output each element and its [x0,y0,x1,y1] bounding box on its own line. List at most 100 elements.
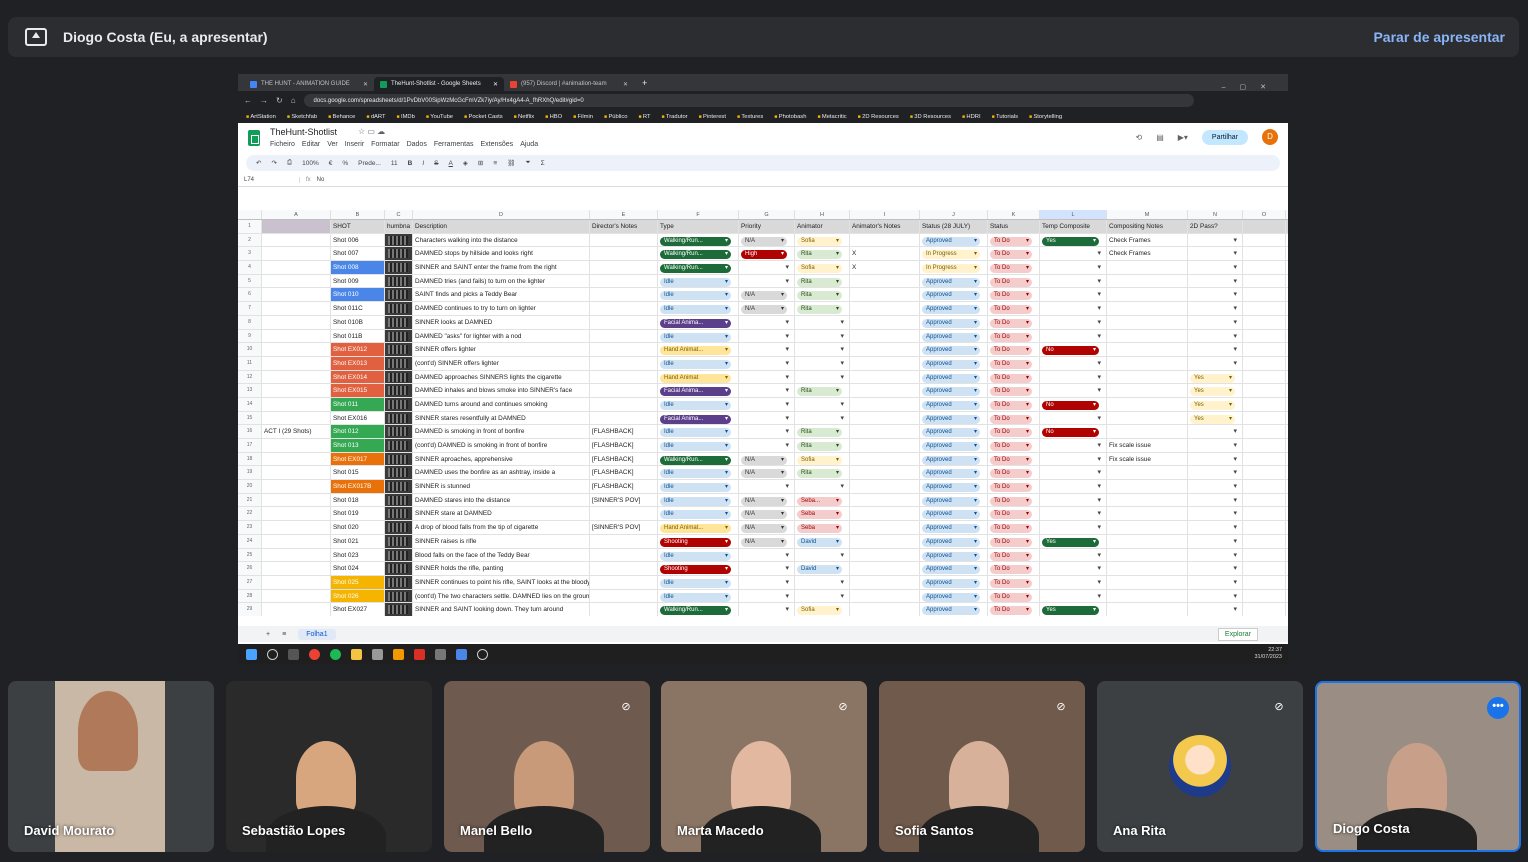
participant-tile[interactable]: David Mourato [8,681,214,852]
row-number[interactable]: 8 [238,315,262,329]
status-chip[interactable]: Idle [660,291,731,301]
text-cell[interactable] [850,274,920,288]
table-row[interactable]: 29 Shot EX027 SINNER and SAINT looking dow… [238,603,1288,616]
status-chip[interactable]: Approved [922,592,980,602]
close-icon[interactable]: ✕ [363,81,368,88]
bookmark-item[interactable]: Textures [737,114,763,120]
dropdown-cell[interactable] [739,315,795,329]
dropdown-cell[interactable]: Sofia [795,233,850,247]
dropdown-cell[interactable] [1188,302,1243,315]
act-cell[interactable] [262,356,331,370]
act-cell[interactable] [262,589,331,603]
dropdown-cell[interactable]: Seba [795,507,850,521]
text-cell[interactable] [850,466,920,480]
empty-cell[interactable] [1243,261,1286,274]
strikethrough-icon[interactable]: S [434,160,438,167]
dropdown-cell[interactable] [1188,575,1243,589]
status-chip[interactable]: Yes [1042,537,1099,547]
status-chip[interactable]: Facial Anima... [660,414,731,424]
empty-cell[interactable] [1243,343,1286,356]
thumbnail-cell[interactable] [385,439,413,452]
shot-cell[interactable]: Shot 008 [331,261,385,274]
table-row[interactable]: 28 Shot 026 (cont'd) The two characters se… [238,589,1288,604]
status-chip[interactable]: To Do [990,305,1032,315]
description-cell[interactable]: DAMNED stops by hillside and looks right [413,247,590,261]
status-chip[interactable]: In Progress [922,250,980,260]
text-cell[interactable] [850,384,920,397]
table-row[interactable]: 11 Shot EX013 (cont'd) SINNER offers light… [238,356,1288,371]
dropdown-cell[interactable] [1040,247,1107,261]
shot-cell[interactable]: Shot 006 [331,233,385,247]
dropdown-cell[interactable] [1188,274,1243,288]
shot-cell[interactable]: Shot 025 [331,575,385,589]
status-chip[interactable]: Idle [660,305,731,315]
empty-cell[interactable] [1243,562,1286,575]
status-chip[interactable]: To Do [990,387,1032,397]
status-chip[interactable]: Rita [797,305,842,315]
description-cell[interactable]: SINNER stare at DAMNED [413,507,590,521]
row-number[interactable]: 23 [238,521,262,534]
status-chip[interactable]: Idle [660,510,731,520]
text-cell[interactable] [850,452,920,466]
status-chip[interactable]: Approved [922,565,980,575]
dropdown-cell[interactable] [1188,247,1243,261]
empty-cell[interactable] [1243,480,1286,493]
dropdown-cell[interactable]: Idle [658,356,739,370]
status-chip[interactable]: To Do [990,359,1032,369]
description-cell[interactable]: DAMNED continues to try to turn on light… [413,302,590,315]
dropdown-cell[interactable] [1040,288,1107,302]
act-cell[interactable] [262,439,331,452]
empty-cell[interactable] [1243,384,1286,397]
status-chip[interactable]: Yes [1042,236,1099,246]
blender-icon[interactable] [393,648,404,660]
empty-cell[interactable] [1243,247,1286,261]
status-chip[interactable]: To Do [990,236,1032,246]
text-cell[interactable]: X [850,247,920,261]
shot-cell[interactable]: Shot EX013 [331,356,385,370]
empty-cell[interactable] [1243,452,1286,466]
dropdown-cell[interactable]: Approved [920,466,988,480]
text-cell[interactable] [590,233,658,247]
column-letter[interactable]: D [413,210,590,219]
text-cell[interactable] [590,356,658,370]
empty-cell[interactable] [1243,534,1286,548]
status-chip[interactable]: To Do [990,414,1032,424]
text-cell[interactable] [850,343,920,356]
text-cell[interactable] [1107,343,1188,356]
status-chip[interactable]: Idle [660,442,731,451]
dropdown-cell[interactable] [739,425,795,438]
status-chip[interactable]: Approved [922,469,980,479]
description-cell[interactable]: DAMNED inhales and blows smoke into SINN… [413,384,590,397]
status-chip[interactable]: Shooting [660,565,731,575]
column-letter[interactable]: E [590,210,658,219]
thumbnail-cell[interactable] [385,397,413,411]
status-chip[interactable]: Idle [660,496,731,506]
description-cell[interactable]: (cont'd) DAMNED is smoking in front of b… [413,439,590,452]
thumbnail-cell[interactable] [385,315,413,329]
empty-cell[interactable] [1243,315,1286,329]
dropdown-cell[interactable]: To Do [988,521,1040,534]
act-cell[interactable] [262,534,331,548]
dropdown-cell[interactable] [1040,439,1107,452]
status-chip[interactable]: To Do [990,264,1032,274]
row-number[interactable]: 15 [238,411,262,425]
dropdown-cell[interactable]: Rita [795,288,850,302]
row-number[interactable]: 2 [238,233,262,247]
column-header-cell[interactable]: Type [658,220,739,233]
dropdown-cell[interactable]: Approved [920,575,988,589]
thumbnail-cell[interactable] [385,589,413,603]
participant-tile[interactable]: ⊘ Marta Macedo [661,681,867,852]
font-size-input[interactable]: 11 [391,160,398,167]
status-chip[interactable]: Rita [797,469,842,479]
act-cell[interactable] [262,247,331,261]
status-chip[interactable]: To Do [990,318,1032,328]
column-header-cell[interactable]: Compositing Notes [1107,220,1188,233]
thumbnail-cell[interactable] [385,521,413,534]
bookmark-item[interactable]: 3D Resources [910,114,951,120]
windows-start-icon[interactable] [246,648,257,660]
row-number[interactable]: 10 [238,343,262,356]
status-chip[interactable]: To Do [990,291,1032,301]
description-cell[interactable]: DAMNED is smoking in front of bonfire [413,425,590,438]
status-chip[interactable]: Approved [922,578,980,588]
filter-icon[interactable]: ⏷ [525,159,530,167]
